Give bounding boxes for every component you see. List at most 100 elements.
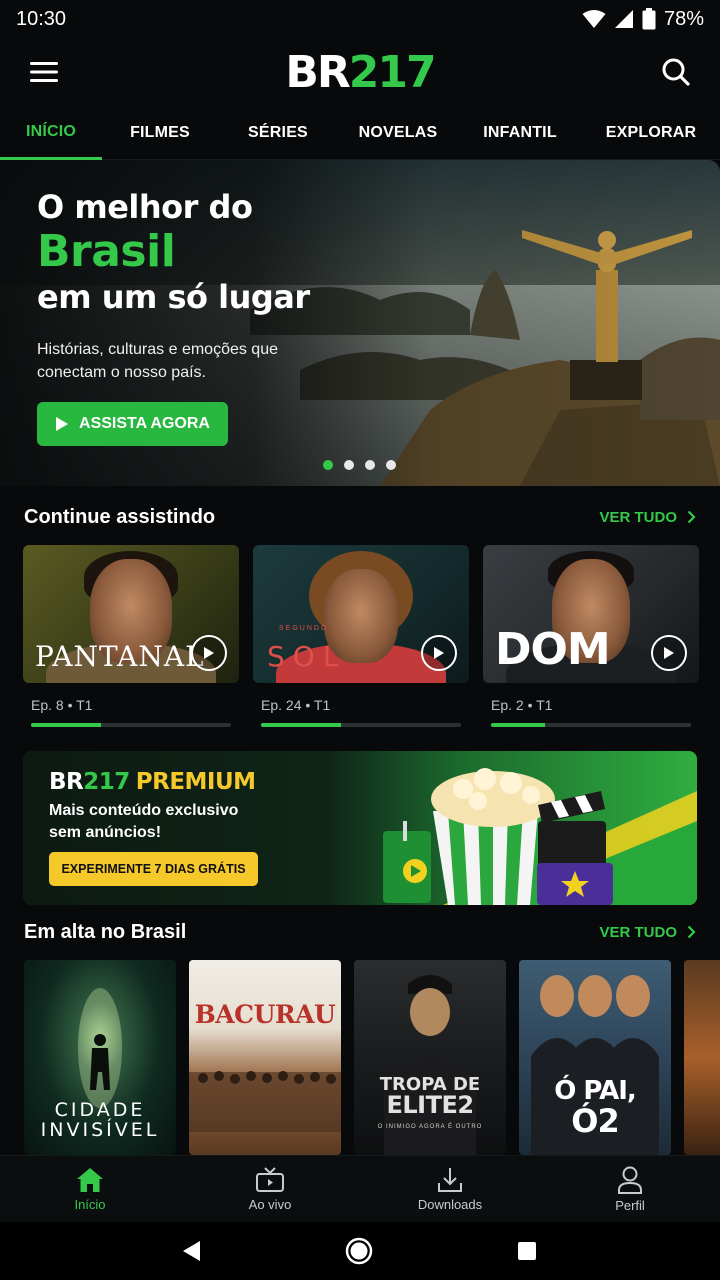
search-icon [662,58,690,86]
continue-card-segundo-sol[interactable]: SEGUNDO SOL Ep. 24 • T1 [253,545,469,727]
continue-thumbnail: PANTANAL [23,545,239,683]
tab-series[interactable]: SÉRIES [218,106,338,160]
play-icon [204,647,214,659]
poster-crowd [189,1071,341,1132]
continue-watching-list: PANTANAL Ep. 8 • T1 SEGUNDO SOL Ep. 24 •… [23,545,699,727]
system-navigation-bar [0,1222,720,1280]
episode-meta: Ep. 8 • T1 [31,697,93,713]
continue-watching-title: Continue assistindo [24,505,216,528]
episode-meta: Ep. 2 • T1 [491,697,553,713]
premium-logo: BR217 PREMIUM [49,769,256,795]
back-icon[interactable] [182,1240,202,1262]
continue-thumbnail: SEGUNDO SOL [253,545,469,683]
play-icon [56,417,69,431]
wifi-icon [582,10,606,28]
recents-icon[interactable] [516,1240,538,1262]
show-title: DOM [495,624,611,675]
home-circle-icon[interactable] [345,1237,373,1265]
poster-cidade-invisivel[interactable]: CIDADE INVISÍVEL [24,960,176,1155]
tab-inicio[interactable]: INÍCIO [0,106,102,160]
poster-title-line-2: INVISÍVEL [40,1119,160,1141]
logo-number: 217 [348,46,437,98]
status-icons: 78% [582,8,704,31]
app-logo[interactable]: BR217 [285,46,437,98]
trending-list: CIDADE INVISÍVEL BACURAU TROPA DE ELITE2… [24,960,720,1155]
menu-button[interactable] [24,52,64,92]
battery-percent: 78% [663,7,704,30]
trending-see-all-link[interactable]: VER TUDO [599,924,696,941]
nav-label: Perfil [615,1197,645,1213]
poster-bacurau[interactable]: BACURAU [189,960,341,1155]
search-button[interactable] [656,52,696,92]
person-icon [618,1166,642,1194]
show-title: SOL [267,640,347,673]
tab-infantil[interactable]: INFANTIL [458,106,582,160]
free-trial-button[interactable]: EXPERIMENTE 7 DIAS GRÁTIS [49,852,258,886]
category-tabs: INÍCIO FILMES SÉRIES NOVELAS INFANTIL EX… [0,106,720,160]
hero-banner[interactable]: O melhor do Brasil em um só lugar Histór… [0,160,720,486]
watch-progress-fill [491,723,545,727]
episode-meta: Ep. 24 • T1 [261,697,331,713]
poster-tagline: O INIMIGO AGORA É OUTRO [377,1124,483,1130]
show-tagline: SEGUNDO [279,625,329,632]
hero-subtitle: Histórias, culturas e emoções que conect… [37,341,278,381]
battery-icon [642,8,656,30]
premium-logo-word: PREMIUM [135,769,256,795]
premium-logo-number: 217 [83,769,130,795]
premium-banner[interactable]: BR217 PREMIUM Mais conteúdo exclusivo sem… [23,751,697,905]
carousel-dot[interactable] [386,460,396,470]
play-button[interactable] [651,635,687,671]
show-title: PANTANAL [35,640,205,673]
status-time: 10:30 [16,7,67,30]
continue-see-all-link[interactable]: VER TUDO [599,509,696,526]
hero-title-line-1: O melhor do [37,188,253,226]
continue-thumbnail: DOM [483,545,699,683]
nav-perfil[interactable]: Perfil [540,1156,720,1222]
hero-title-line-3: em um só lugar [37,278,310,316]
home-icon [77,1167,103,1192]
continue-card-pantanal[interactable]: PANTANAL Ep. 8 • T1 [23,545,239,727]
poster-o-pai-o-2[interactable]: Ó PAI, Ó2 [519,960,671,1155]
watch-progress-bar [491,723,691,727]
play-button[interactable] [191,635,227,671]
poster-title-line-2: Ó2 [571,1102,619,1140]
download-icon [438,1167,462,1192]
play-button[interactable] [421,635,457,671]
poster-title-word: ELITE [386,1091,458,1119]
nav-downloads[interactable]: Downloads [360,1156,540,1222]
tab-novelas[interactable]: NOVELAS [338,106,458,160]
continue-card-dom[interactable]: DOM Ep. 2 • T1 [483,545,699,727]
watch-progress-bar [261,723,461,727]
carousel-indicator [323,460,396,470]
poster-tropa-de-elite-2[interactable]: TROPA DE ELITE2 O INIMIGO AGORA É OUTRO [354,960,506,1155]
nav-ao-vivo[interactable]: Ao vivo [180,1156,360,1222]
play-icon [434,647,444,659]
premium-description: Mais conteúdo exclusivo sem anúncios! [49,802,239,841]
tab-filmes[interactable]: FILMES [102,106,218,160]
nav-inicio[interactable]: Início [0,1156,180,1222]
poster-partial[interactable] [684,960,720,1155]
watch-progress-fill [31,723,101,727]
bottom-navigation: Início Ao vivo Downloads Perfil [0,1155,720,1222]
poster-title-number: 2 [457,1091,474,1119]
nav-label: Downloads [417,1196,483,1212]
trending-title: Em alta no Brasil [24,920,187,943]
tv-icon [256,1166,284,1192]
carousel-dot[interactable] [323,460,333,470]
watch-progress-fill [261,723,341,727]
nav-label: Ao vivo [248,1196,292,1212]
signal-icon [614,10,633,28]
watch-progress-bar [31,723,231,727]
carousel-dot[interactable] [365,460,375,470]
tab-explorar[interactable]: EXPLORAR [582,106,720,160]
play-icon [664,647,674,659]
watch-now-label: ASSISTA AGORA [79,415,210,432]
chevron-right-icon [687,510,696,524]
watch-now-button[interactable]: ASSISTA AGORA [37,402,228,446]
poster-title-line-2: ELITE2 [354,1091,506,1119]
trending-header: Em alta no Brasil VER TUDO [24,917,696,947]
app-bar: BR217 [0,38,720,106]
hamburger-menu-icon [30,62,58,82]
carousel-dot[interactable] [344,460,354,470]
status-bar: 10:30 78% [0,0,720,38]
